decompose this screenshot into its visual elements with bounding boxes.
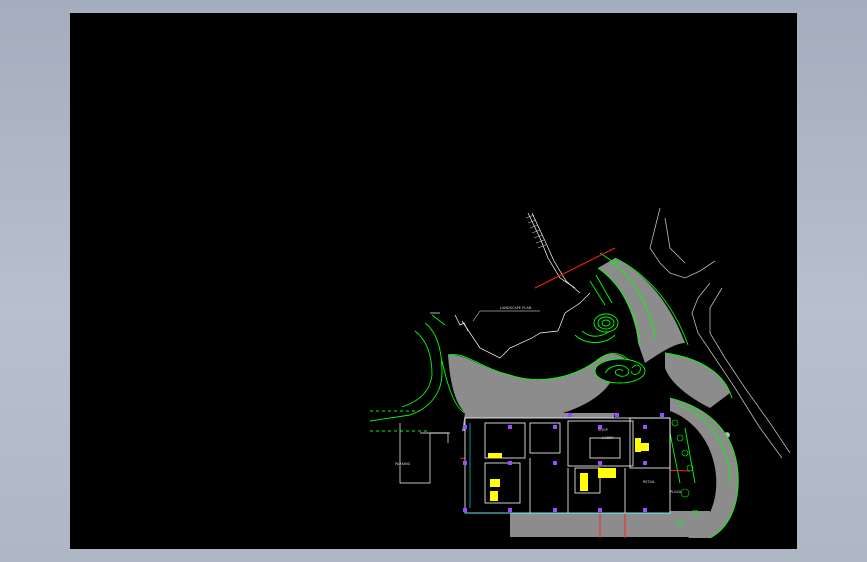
cad-drawing-viewport[interactable]: LANDSCAPE PLAN LOBBY RETAIL SHOP PLAZA P… bbox=[70, 13, 797, 549]
room-label-lobby: LOBBY bbox=[602, 436, 614, 440]
room-label-shop: SHOP bbox=[598, 428, 608, 432]
stair-hatching bbox=[525, 214, 547, 249]
site-plan-drawing: LANDSCAPE PLAN LOBBY RETAIL SHOP PLAZA P… bbox=[369, 207, 791, 539]
callout-label: LANDSCAPE PLAN bbox=[500, 306, 532, 310]
shrub-symbols bbox=[671, 419, 699, 527]
room-label-plaza: PLAZA bbox=[670, 490, 682, 494]
room-label-retail: RETAIL bbox=[643, 480, 655, 484]
side-label-parking: PARKING bbox=[395, 462, 411, 466]
